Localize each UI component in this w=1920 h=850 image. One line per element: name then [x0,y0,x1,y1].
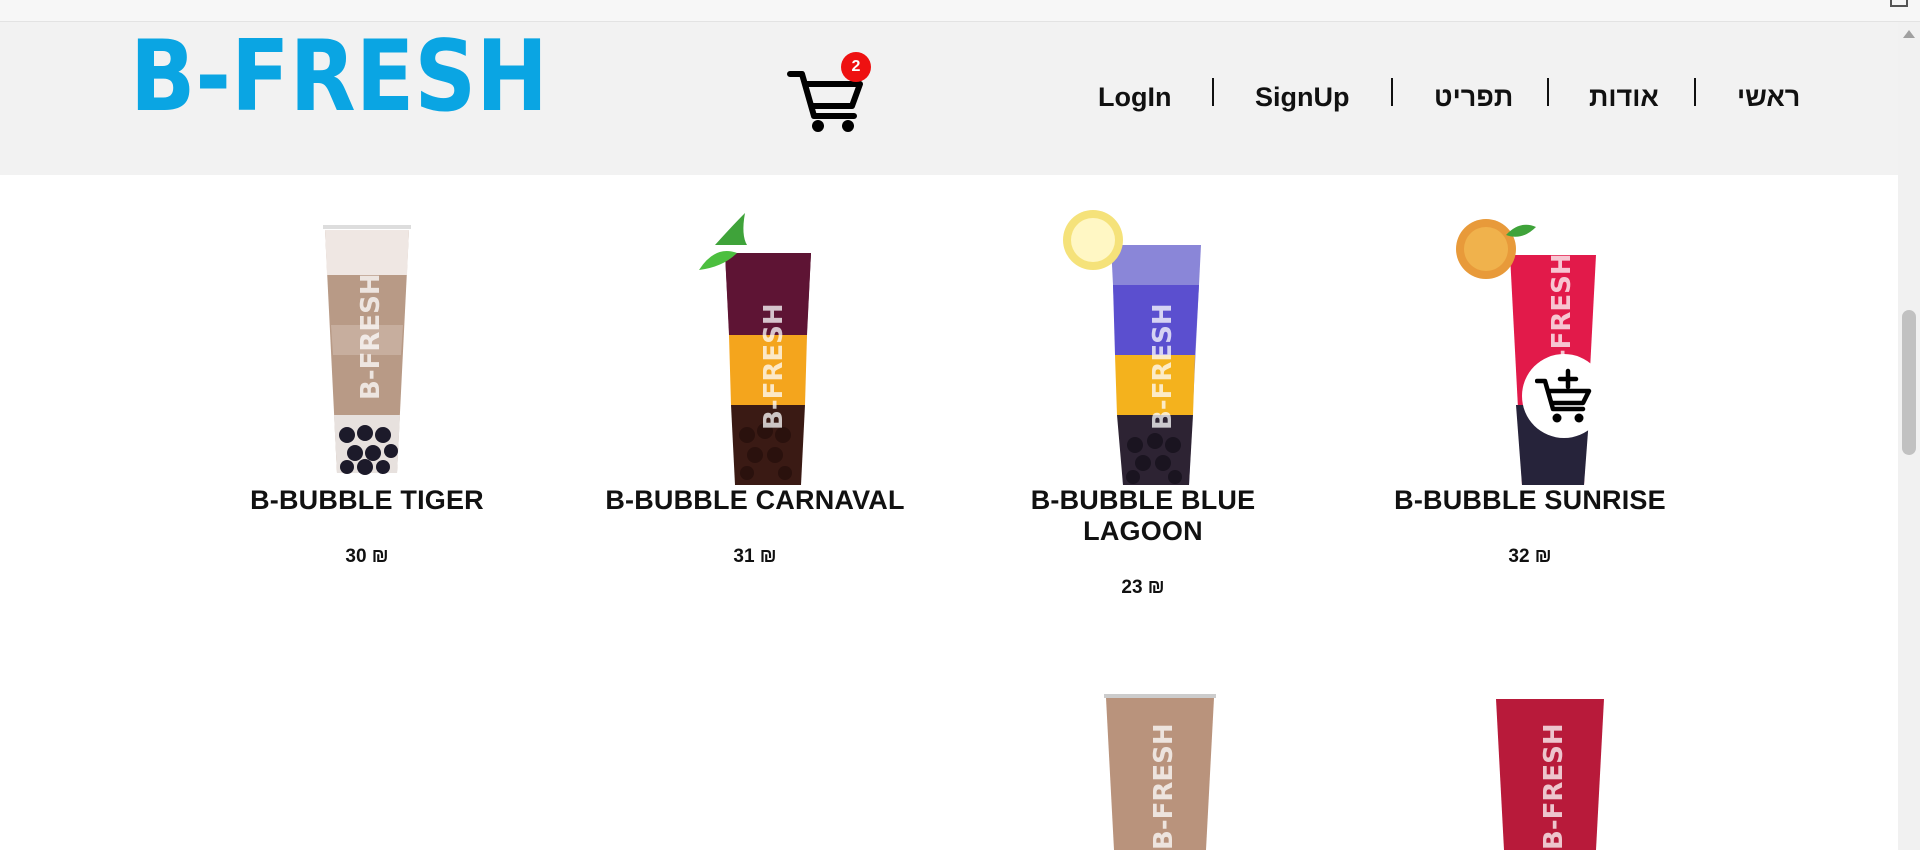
svg-text:B-FRESH: B-FRESH [1539,723,1569,850]
product-name: B-BUBBLE CARNAVAL [605,485,905,515]
product-image: B-FRESH [1104,694,1216,850]
product-image: B-FRESH [699,213,811,485]
nav-menu[interactable]: תפריט [1434,82,1513,113]
svg-text:B-FRESH: B-FRESH [1149,723,1179,850]
nav-login[interactable]: LogIn [1098,82,1171,113]
svg-text:B-FRESH: B-FRESH [1148,303,1178,430]
product-price: 32 ₪ [1508,546,1552,567]
product-price: 30 ₪ [345,546,389,567]
nav-about[interactable]: אודות [1589,82,1659,113]
add-to-cart-button[interactable] [1522,354,1606,438]
browser-top-strip [0,0,1920,22]
product-card[interactable]: B-FRESH B-BUBBLE BLUE LAGOON 23 ₪ [973,205,1313,599]
scrollbar-thumb[interactable] [1902,310,1916,455]
product-image: B-FRESH [323,225,411,475]
product-name: B-BUBBLE TIGER [250,485,484,515]
nav-divider [1694,78,1696,106]
svg-text:B-FRESH: B-FRESH [759,303,789,430]
product-card[interactable]: B-FRESH B-BUBBLE TIGER 30 ₪ [197,205,537,568]
product-image: B-FRESH [1063,210,1201,485]
add-cart-icon [1535,368,1592,423]
cart-count-badge: 2 [841,52,871,82]
product-card[interactable]: B-FRESH B-BUBBLE CARNAVAL 31 ₪ [585,205,925,568]
product-image: B-FRESH [1496,699,1604,850]
brand-logo[interactable]: B-FRESH [130,30,550,120]
nav-divider [1547,78,1549,106]
product-image: B-FRESH [1456,219,1596,485]
product-price: 23 ₪ [1121,577,1165,598]
product-name: B-BUBBLE SUNRISE [1394,485,1666,515]
product-price: 31 ₪ [733,546,777,567]
scroll-up-icon[interactable] [1903,30,1915,38]
nav-home[interactable]: ראשי [1737,82,1800,113]
svg-text:B-FRESH: B-FRESH [356,273,386,400]
window-icon [1890,0,1908,7]
nav-signup[interactable]: SignUp [1255,82,1350,113]
product-name: B-BUBBLE BLUE LAGOON [1030,485,1256,546]
nav-divider [1212,78,1214,106]
svg-text:B-FRESH: B-FRESH [130,30,548,120]
nav-divider [1391,78,1393,106]
